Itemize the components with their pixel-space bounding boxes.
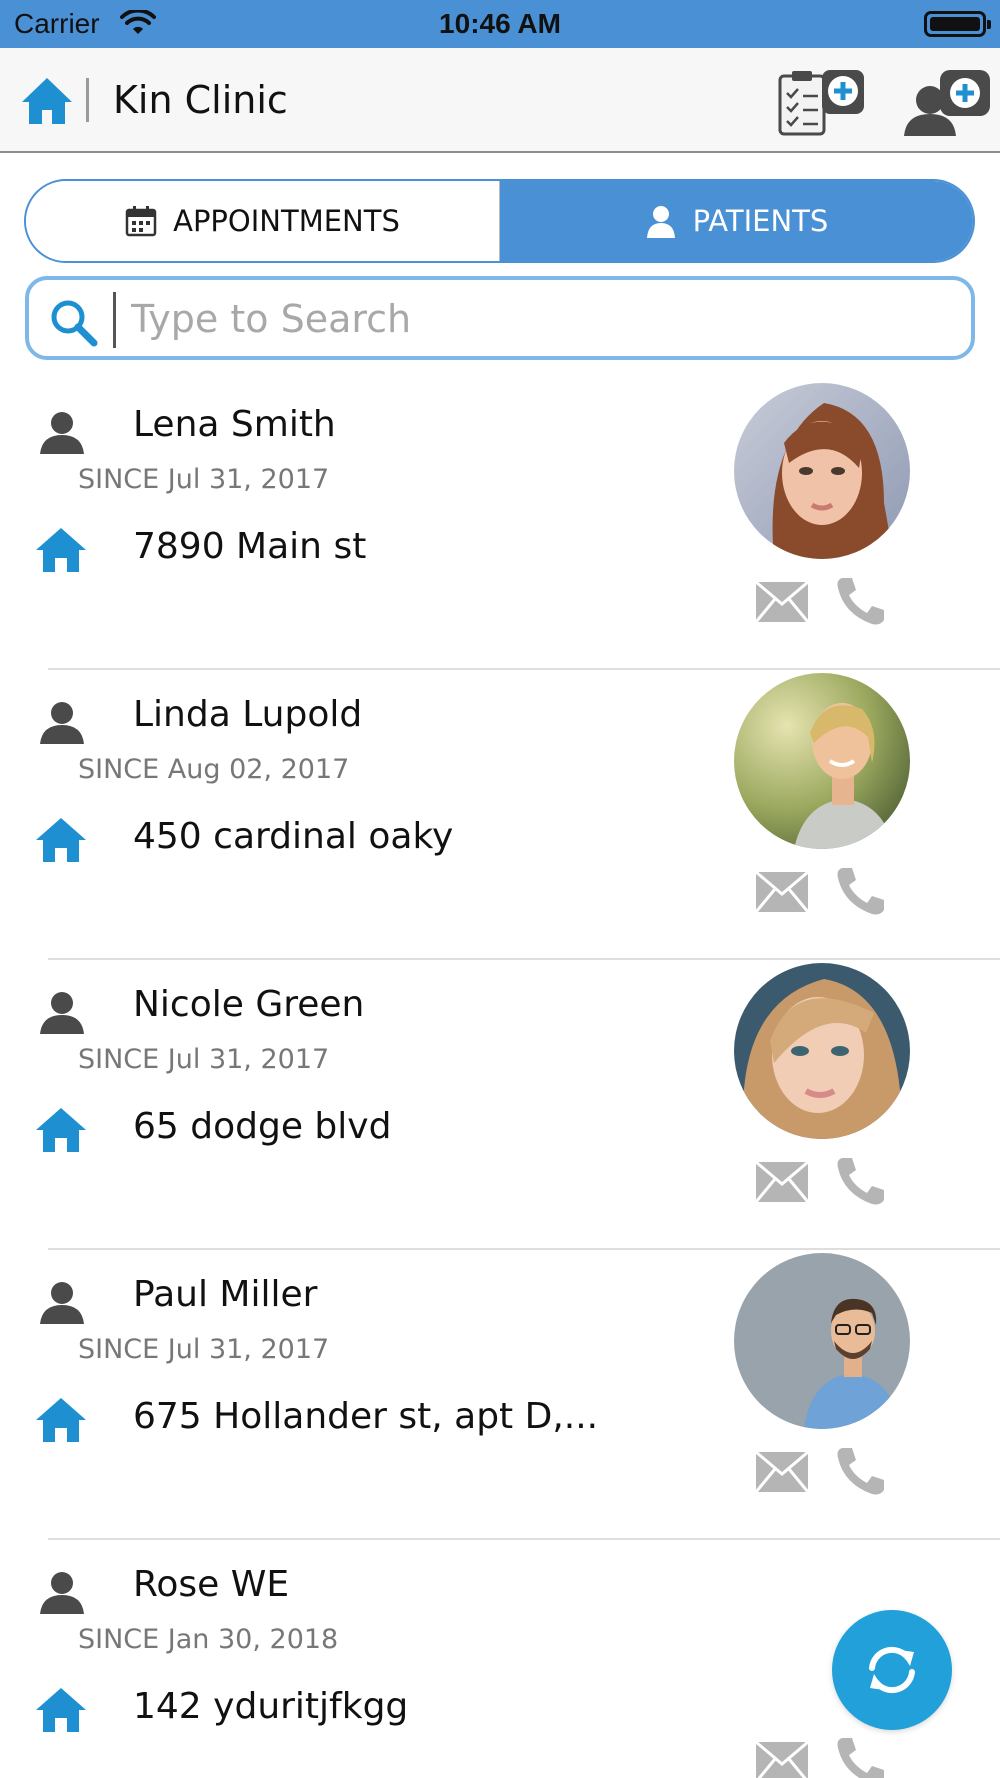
phone-icon[interactable] xyxy=(834,574,888,628)
email-icon[interactable] xyxy=(754,1740,810,1778)
patient-address: 450 cardinal oaky xyxy=(133,816,454,857)
home-icon xyxy=(36,1108,86,1152)
email-icon[interactable] xyxy=(754,1450,810,1494)
email-icon[interactable] xyxy=(754,870,810,914)
phone-icon[interactable] xyxy=(834,1154,888,1208)
refresh-button[interactable] xyxy=(832,1610,952,1730)
home-icon[interactable] xyxy=(20,76,74,126)
person-icon xyxy=(40,1572,84,1614)
patient-name: Nicole Green xyxy=(133,984,365,1025)
patient-card[interactable]: Lena Smith SINCE Jul 31, 2017 7890 Main … xyxy=(0,380,1000,670)
home-icon xyxy=(36,528,86,572)
patient-since: SINCE Jul 31, 2017 xyxy=(78,1044,330,1075)
home-icon xyxy=(36,818,86,862)
phone-icon[interactable] xyxy=(834,864,888,918)
search-box xyxy=(25,276,975,360)
patient-address: 142 yduritjfkgg xyxy=(133,1686,409,1727)
tab-bar: APPOINTMENTS PATIENTS xyxy=(24,179,975,263)
tab-appointments[interactable]: APPOINTMENTS xyxy=(26,181,500,261)
patient-name: Paul Miller xyxy=(133,1274,318,1315)
patient-since: SINCE Aug 02, 2017 xyxy=(78,754,350,785)
patient-address: 65 dodge blvd xyxy=(133,1106,392,1147)
patient-card[interactable]: Linda Lupold SINCE Aug 02, 2017 450 card… xyxy=(0,670,1000,960)
text-cursor xyxy=(113,292,116,348)
email-icon[interactable] xyxy=(754,580,810,624)
tab-patients[interactable]: PATIENTS xyxy=(500,181,973,261)
patient-name: Lena Smith xyxy=(133,404,336,445)
patient-name: Linda Lupold xyxy=(133,694,363,735)
patient-name: Rose WE xyxy=(133,1564,290,1605)
person-icon xyxy=(40,412,84,454)
patient-since: SINCE Jul 31, 2017 xyxy=(78,1334,330,1365)
patient-card[interactable]: Paul Miller SINCE Jul 31, 2017 675 Holla… xyxy=(0,1250,1000,1540)
add-patient-icon[interactable] xyxy=(902,66,994,138)
patient-card[interactable]: Nicole Green SINCE Jul 31, 2017 65 dodge… xyxy=(0,960,1000,1250)
person-icon xyxy=(646,206,675,238)
email-icon[interactable] xyxy=(754,1160,810,1204)
patient-address: 675 Hollander st, apt D,... xyxy=(133,1396,599,1437)
calendar-icon xyxy=(125,206,157,237)
patient-address: 7890 Main st xyxy=(133,526,367,567)
phone-icon[interactable] xyxy=(834,1734,888,1778)
patient-photo[interactable] xyxy=(734,383,910,559)
person-icon xyxy=(40,992,84,1034)
patient-photo[interactable] xyxy=(734,673,910,849)
page-title: Kin Clinic xyxy=(113,78,288,122)
status-bar: Carrier 10:46 AM xyxy=(0,0,1000,48)
patient-since: SINCE Jul 31, 2017 xyxy=(78,464,330,495)
home-icon xyxy=(36,1688,86,1732)
person-icon xyxy=(40,1282,84,1324)
add-appointment-icon[interactable] xyxy=(776,66,868,138)
patient-since: SINCE Jan 30, 2018 xyxy=(78,1624,339,1655)
search-icon xyxy=(51,300,98,347)
tab-appointments-label: APPOINTMENTS xyxy=(173,204,400,238)
battery-icon xyxy=(924,11,991,37)
person-icon xyxy=(40,702,84,744)
refresh-icon xyxy=(869,1646,915,1694)
nav-bar: Kin Clinic xyxy=(0,48,1000,153)
patient-photo[interactable] xyxy=(734,1253,910,1429)
search-input[interactable] xyxy=(131,288,951,350)
patient-photo[interactable] xyxy=(734,963,910,1139)
patient-list[interactable]: Lena Smith SINCE Jul 31, 2017 7890 Main … xyxy=(0,380,1000,1778)
phone-icon[interactable] xyxy=(834,1444,888,1498)
tab-patients-label: PATIENTS xyxy=(692,204,829,238)
status-time: 10:46 AM xyxy=(439,8,561,39)
home-icon xyxy=(36,1398,86,1442)
nav-separator xyxy=(86,78,89,122)
